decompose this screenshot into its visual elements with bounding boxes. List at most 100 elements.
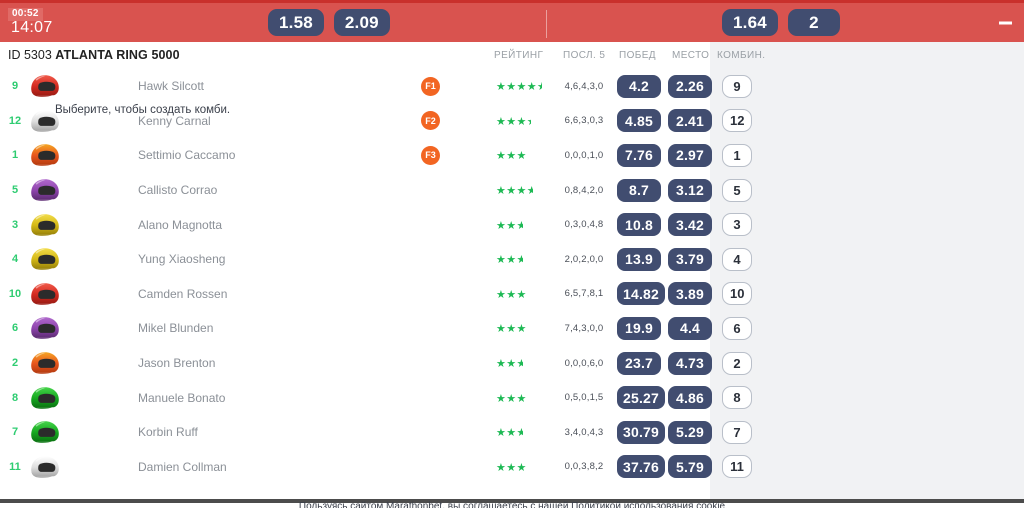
table-row[interactable]: 6 Mikel Blunden ★★★★★ ★★★★★ 7,4,3,0,0 19… [0,311,1024,346]
rating-stars-filled: ★★★★★ [496,254,524,267]
combo-select-button[interactable]: 10 [722,282,753,306]
combo-select-button[interactable]: 9 [722,74,752,98]
table-row[interactable]: 5 Callisto Corrao ★★★★★ ★★★★★ 0,8,4,2,0 … [0,173,1024,208]
helmet-icon [31,248,59,270]
rating-stars: ★★★★★ ★★★★★ [496,323,548,335]
helmet-icon-wrap [28,419,62,445]
table-row[interactable]: 1 Settimio Caccamo F3 ★★★★★ ★★★★★ 0,0,0,… [0,138,1024,173]
race-id: ID 5303 [8,48,52,62]
helmet-icon-wrap [28,350,62,376]
table-row[interactable]: 9 Hawk Silcott F1 ★★★★★ ★★★★★ 4,6,4,3,0 … [0,69,1024,104]
wins-odds-button[interactable]: 10.8 [617,213,661,237]
combo-select-button[interactable]: 6 [722,316,752,340]
place-odds-button[interactable]: 4.4 [668,316,712,340]
wins-odds-button[interactable]: 13.9 [617,247,661,271]
combo-select-button[interactable]: 8 [722,386,752,410]
place-odds-button[interactable]: 4.86 [668,386,712,410]
last5-cell: 0,0,0,1,0 [564,149,604,161]
place-odds-button[interactable]: 5.79 [668,455,712,479]
table-row[interactable]: 11 Damien Collman ★★★★★ ★★★★★ 0,0,3,8,2 … [0,450,1024,485]
form-badge[interactable]: F1 [421,76,440,96]
rating-stars: ★★★★★ ★★★★★ [496,427,548,439]
rating-stars: ★★★★★ ★★★★★ [496,462,548,474]
helmet-icon [31,179,59,201]
odds-button-4[interactable]: 2 [787,9,840,36]
race-name: ATLANTA RING 5000 [55,48,180,62]
table-row[interactable]: 4 Yung Xiaosheng ★★★★★ ★★★★★ 2,0,2,0,0 1… [0,242,1024,277]
helmet-icon-wrap [28,315,62,341]
rating-stars: ★★★★★ ★★★★★ [496,185,548,197]
helmet-icon-wrap [28,73,62,99]
driver-number: 7 [11,426,19,439]
last5-cell: 0,3,0,4,8 [564,219,604,231]
rating-stars: ★★★★★ ★★★★★ [496,393,548,405]
combo-select-button[interactable]: 4 [722,247,752,271]
driver-number: 9 [11,80,19,93]
wins-odds-button[interactable]: 37.76 [617,455,666,479]
place-odds-button[interactable]: 3.89 [668,282,712,306]
driver-name: Mikel Blunden [138,321,214,336]
helmet-icon [31,144,59,167]
form-badge[interactable]: F3 [421,145,440,165]
rating-stars: ★★★★★ ★★★★★ [496,254,548,266]
helmet-icon [31,456,59,478]
helmet-icon [31,75,59,98]
driver-name: Damien Collman [138,459,227,474]
odds-button-1[interactable]: 1.58 [268,9,324,36]
wins-odds-button[interactable]: 30.79 [617,420,666,444]
place-odds-button[interactable]: 5.29 [668,420,712,444]
combo-select-button[interactable]: 7 [722,420,752,444]
place-odds-button[interactable]: 3.42 [668,213,712,237]
driver-number: 3 [11,218,19,231]
table-row[interactable]: 2 Jason Brenton ★★★★★ ★★★★★ 0,0,0,6,0 23… [0,346,1024,381]
place-odds-button[interactable]: 2.26 [668,74,712,98]
rating-stars-filled: ★★★★★ [496,81,542,94]
combo-select-button[interactable]: 3 [722,213,752,237]
rating-cell: ★★★★★ ★★★★★ [496,149,548,163]
table-row[interactable]: 8 Manuele Bonato ★★★★★ ★★★★★ 0,5,0,1,5 2… [0,380,1024,415]
helmet-icon-wrap [28,281,62,307]
wins-odds-button[interactable]: 7.76 [617,143,661,167]
place-odds-button[interactable]: 3.12 [668,178,712,202]
driver-number: 1 [11,149,19,162]
last5-cell: 3,4,0,4,3 [564,426,604,438]
combo-select-button[interactable]: 11 [722,455,752,479]
driver-name: Hawk Silcott [138,79,205,94]
last5-cell: 6,5,7,8,1 [564,288,604,300]
rating-stars-filled: ★★★★★ [496,150,527,163]
form-badge[interactable]: F2 [421,111,440,131]
combo-select-button[interactable]: 1 [722,143,752,167]
last5-cell: 6,6,3,0,3 [564,115,604,127]
combo-select-button[interactable]: 2 [722,351,752,375]
helmet-icon [31,110,59,132]
last5-cell: 0,5,0,1,5 [564,392,604,404]
combo-select-button[interactable]: 12 [722,109,753,133]
wins-odds-button[interactable]: 25.27 [617,386,666,410]
table-row[interactable]: 10 Camden Rossen ★★★★★ ★★★★★ 6,5,7,8,1 1… [0,277,1024,312]
wins-odds-button[interactable]: 4.85 [617,109,661,133]
wins-odds-button[interactable]: 4.2 [617,74,661,98]
table-row[interactable]: 3 Alano Magnotta ★★★★★ ★★★★★ 0,3,0,4,8 1… [0,207,1024,242]
odds-button-2[interactable]: 2.09 [333,9,390,36]
driver-name: Manuele Bonato [138,390,226,405]
wins-odds-button[interactable]: 8.7 [617,178,661,202]
odds-button-3[interactable]: 1.64 [722,9,778,36]
place-odds-button[interactable]: 2.41 [668,109,712,133]
drivers-table: Выберите, чтобы создать комби. 9 Hawk Si… [0,69,1024,508]
wins-odds-button[interactable]: 19.9 [617,316,661,340]
rating-stars-filled: ★★★★★ [496,392,527,405]
combo-select-button[interactable]: 5 [722,178,752,202]
place-odds-button[interactable]: 2.97 [668,143,712,167]
wins-odds-button[interactable]: 23.7 [617,351,661,375]
minus-icon[interactable] [999,21,1012,24]
rating-stars-filled: ★★★★★ [496,185,534,198]
place-odds-button[interactable]: 4.73 [668,351,712,375]
odds-group-right: 1.64 2 [722,9,840,36]
table-header-row: ID 5303 ATLANTA RING 5000 РЕЙТИНГ ПОСЛ. … [0,42,1024,69]
table-row[interactable]: 7 Korbin Ruff ★★★★★ ★★★★★ 3,4,0,4,3 30.7… [0,415,1024,450]
helmet-icon [31,213,59,236]
wins-odds-button[interactable]: 14.82 [617,282,666,306]
place-odds-button[interactable]: 3.79 [668,247,712,271]
table-row[interactable]: 12 Kenny Carnal F2 ★★★★★ ★★★★★ 6,6,3,0,3… [0,104,1024,139]
helmet-icon [31,317,59,340]
